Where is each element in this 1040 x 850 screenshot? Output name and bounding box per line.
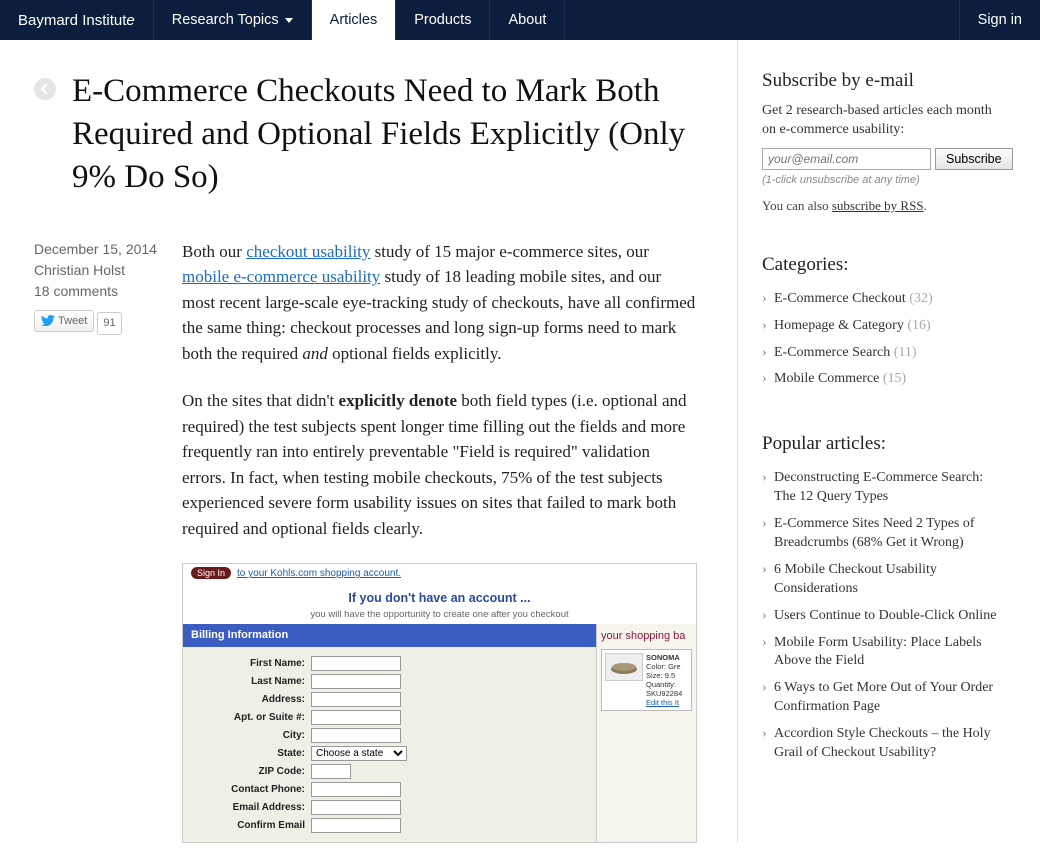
link-checkout-usability[interactable]: checkout usability xyxy=(246,242,370,261)
subscribe-desc: Get 2 research-based articles each month… xyxy=(762,102,1006,140)
popular-heading: Popular articles: xyxy=(762,433,1006,455)
article-title: E-Commerce Checkouts Need to Mark Both R… xyxy=(72,70,697,199)
category-item[interactable]: Homepage & Category (16) xyxy=(762,313,1006,340)
product-thumb xyxy=(605,653,643,681)
popular-item[interactable]: Deconstructing E-Commerce Search: The 12… xyxy=(762,465,1006,511)
article-comments-link[interactable]: 18 comments xyxy=(34,281,182,302)
article-body: Both our checkout usability study of 15 … xyxy=(182,239,697,843)
chevron-left-icon xyxy=(41,84,49,94)
link-mobile-usability[interactable]: mobile e-commerce usability xyxy=(182,267,380,286)
back-button[interactable] xyxy=(34,78,56,100)
nav-products[interactable]: Products xyxy=(396,0,490,40)
twitter-icon xyxy=(41,315,55,326)
nav-articles[interactable]: Articles xyxy=(312,0,397,40)
popular-item[interactable]: Mobile Form Usability: Place Labels Abov… xyxy=(762,630,1006,676)
rss-link[interactable]: subscribe by RSS xyxy=(832,198,924,213)
tweet-button[interactable]: Tweet xyxy=(34,310,94,333)
article-meta: December 15, 2014 Christian Holst 18 com… xyxy=(34,239,182,843)
shot-fields: First Name:Last Name:Address:Apt. or Sui… xyxy=(183,647,596,842)
subscribe-note: (1-click unsubscribe at any time) xyxy=(762,174,1006,186)
tweet-count: 91 xyxy=(97,312,121,335)
nav-signin[interactable]: Sign in xyxy=(959,0,1040,40)
screenshot-figure: Sign Into your Kohls.com shopping accoun… xyxy=(182,563,697,843)
popular-list: Deconstructing E-Commerce Search: The 12… xyxy=(762,465,1006,767)
top-nav: Baymard Institute Research Topics Articl… xyxy=(0,0,1040,40)
category-item[interactable]: Mobile Commerce (15) xyxy=(762,366,1006,393)
article-main: E-Commerce Checkouts Need to Mark Both R… xyxy=(0,40,738,843)
category-item[interactable]: E-Commerce Checkout (32) xyxy=(762,286,1006,313)
popular-item[interactable]: 6 Mobile Checkout Usability Consideratio… xyxy=(762,557,1006,603)
nav-research-topics[interactable]: Research Topics xyxy=(154,0,312,40)
popular-item[interactable]: Accordion Style Checkouts – the Holy Gra… xyxy=(762,721,1006,767)
chevron-down-icon xyxy=(285,18,293,23)
popular-item[interactable]: E-Commerce Sites Need 2 Types of Breadcr… xyxy=(762,511,1006,557)
subscribe-rss: You can also subscribe by RSS. xyxy=(762,198,1006,214)
subscribe-button[interactable]: Subscribe xyxy=(935,148,1013,170)
sidebar: Subscribe by e-mail Get 2 research-based… xyxy=(738,40,1040,843)
categories-heading: Categories: xyxy=(762,254,1006,276)
subscribe-heading: Subscribe by e-mail xyxy=(762,70,1006,92)
category-item[interactable]: E-Commerce Search (11) xyxy=(762,340,1006,367)
subscribe-email-input[interactable] xyxy=(762,148,931,170)
nav-about[interactable]: About xyxy=(490,0,565,40)
brand-logo[interactable]: Baymard Institute xyxy=(0,0,154,40)
article-date: December 15, 2014 xyxy=(34,239,182,260)
popular-item[interactable]: Users Continue to Double-Click Online xyxy=(762,603,1006,630)
popular-item[interactable]: 6 Ways to Get More Out of Your Order Con… xyxy=(762,675,1006,721)
categories-list: E-Commerce Checkout (32)Homepage & Categ… xyxy=(762,286,1006,394)
article-author: Christian Holst xyxy=(34,260,182,281)
